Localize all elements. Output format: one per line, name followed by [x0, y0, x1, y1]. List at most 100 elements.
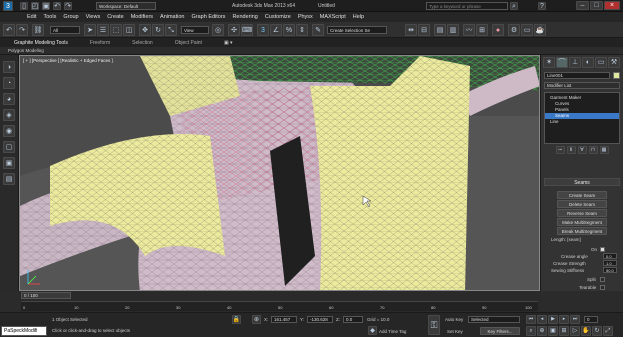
configure-sets-icon[interactable]: ▦ [599, 146, 609, 154]
menu-edit[interactable]: Edit [27, 14, 36, 20]
make-multisegment-button[interactable]: Make MultiSegment [557, 218, 607, 226]
y-coord-field[interactable]: -130.628 [307, 316, 333, 323]
prev-frame-icon[interactable]: ◂ [537, 315, 547, 324]
align-icon[interactable]: ⊟ [418, 24, 430, 36]
next-frame-icon[interactable]: ▸ [559, 315, 569, 324]
tool-d-icon[interactable]: ◈ [3, 109, 15, 121]
time-slider[interactable]: 0 / 100 [21, 292, 71, 299]
make-unique-icon[interactable]: ∀ [577, 146, 587, 154]
menu-animation[interactable]: Animation [160, 14, 184, 20]
select-link-icon[interactable]: ⛓ [32, 24, 44, 36]
undo-toolbar-icon[interactable]: ↶ [3, 24, 15, 36]
delete-seam-button[interactable]: Delete Seam [557, 200, 607, 208]
key-mode-dropdown[interactable]: Selected [468, 316, 520, 323]
auto-key-label[interactable]: Auto Key [445, 317, 463, 322]
menu-group[interactable]: Group [63, 14, 78, 20]
tab-freeform[interactable]: Freeform [90, 40, 110, 46]
menu-help[interactable]: Help [353, 14, 364, 20]
tool-c-icon[interactable]: ◕ [3, 93, 15, 105]
select-object-icon[interactable]: ➤ [84, 24, 96, 36]
minimize-icon[interactable]: – [576, 1, 589, 10]
save-file-icon[interactable]: ▣ [42, 2, 50, 10]
menu-maxscript[interactable]: MAXScript [320, 14, 346, 20]
ribbon-subtab-polygon-modeling[interactable]: Polygon Modeling [8, 48, 44, 53]
workspace-dropdown[interactable]: Workspace: Default [96, 2, 156, 10]
key-icon[interactable]: ⚿ [428, 315, 440, 335]
edit-named-selection-icon[interactable]: ✎ [312, 24, 324, 36]
tab-graphite-modeling[interactable]: Graphite Modeling Tools [14, 40, 68, 46]
app-logo-icon[interactable]: 3 [3, 1, 13, 11]
move-icon[interactable]: ✥ [139, 24, 151, 36]
maxscript-listener[interactable]: PaSpeckModifi [1, 326, 47, 336]
set-key-label[interactable]: Set Key [447, 329, 463, 334]
crease-strength-spinner[interactable]: 1.0 [603, 260, 617, 266]
select-by-name-icon[interactable]: ☰ [97, 24, 109, 36]
tool-e-icon[interactable]: ◉ [3, 125, 15, 137]
menu-create[interactable]: Create [107, 14, 124, 20]
tool-g-icon[interactable]: ▣ [3, 157, 15, 169]
tool-b-icon[interactable]: ◔ [3, 77, 15, 89]
motion-tab-icon[interactable]: ◐ [582, 57, 594, 68]
goto-start-icon[interactable]: ⏮ [526, 315, 536, 324]
maximize-icon[interactable]: □ [590, 1, 603, 10]
mirror-icon[interactable]: ⇹ [405, 24, 417, 36]
redo-icon[interactable]: ↷ [64, 2, 72, 10]
search-icon[interactable]: ⌕ [510, 2, 518, 10]
reverse-seam-button[interactable]: Reverse Seam [557, 209, 607, 217]
menu-customize[interactable]: Customize [265, 14, 291, 20]
scale-icon[interactable]: ⤡ [165, 24, 177, 36]
zoom-all-icon[interactable]: ⊕ [537, 326, 547, 336]
tool-h-icon[interactable]: ▤ [3, 173, 15, 185]
on-checkbox[interactable] [600, 247, 605, 252]
zoom-icon[interactable]: ⌕ [526, 326, 536, 336]
modifier-list-dropdown[interactable]: Modifier List [544, 82, 620, 89]
graphite-toggle-icon[interactable]: ▥ [447, 24, 459, 36]
named-selection-sets-dropdown[interactable]: Create Selection Se [327, 26, 387, 34]
redo-toolbar-icon[interactable]: ↷ [16, 24, 28, 36]
snaps-toggle-icon[interactable]: 3 [257, 24, 269, 36]
curve-editor-icon[interactable]: 〰 [463, 24, 475, 36]
close-icon[interactable]: × [604, 1, 620, 10]
menu-physx[interactable]: Physx [298, 14, 313, 20]
lock-selection-icon[interactable]: 🔒 [232, 315, 241, 324]
tab-object-paint[interactable]: Object Paint [175, 40, 202, 46]
ribbon-options-icon[interactable]: ▣ ▾ [224, 40, 233, 46]
menu-modifiers[interactable]: Modifiers [131, 14, 153, 20]
keyboard-shortcut-icon[interactable]: ⌨ [241, 24, 253, 36]
create-tab-icon[interactable]: ✶ [543, 57, 555, 68]
split-checkbox[interactable] [600, 277, 605, 282]
pin-stack-icon[interactable]: ⊸ [555, 146, 565, 154]
tool-a-icon[interactable]: ◑ [3, 61, 15, 73]
zoom-extents-icon[interactable]: ▣ [548, 326, 558, 336]
current-frame-field[interactable]: 0 [584, 316, 598, 323]
create-seam-button[interactable]: Create Seam [557, 191, 607, 199]
angle-snap-icon[interactable]: ∠ [270, 24, 282, 36]
pivot-center-icon[interactable]: ◎ [212, 24, 224, 36]
x-coord-field[interactable]: 161.457 [271, 316, 297, 323]
help-icon[interactable]: ? [538, 2, 546, 10]
zoom-extents-all-icon[interactable]: ⊞ [559, 326, 569, 336]
tearable-checkbox[interactable] [600, 285, 605, 290]
pan-icon[interactable]: ✋ [581, 326, 591, 336]
spinner-snap-icon[interactable]: ⇕ [296, 24, 308, 36]
material-editor-icon[interactable]: ● [492, 24, 504, 36]
maximize-viewport-icon[interactable]: ⤢ [603, 326, 613, 336]
open-file-icon[interactable]: ◰ [31, 2, 39, 10]
absolute-mode-icon[interactable]: ⊕ [252, 315, 261, 324]
selection-filter-dropdown[interactable]: All [50, 26, 80, 34]
window-crossing-icon[interactable]: ◫ [123, 24, 135, 36]
show-end-result-icon[interactable]: Ⅱ [566, 146, 576, 154]
stack-item-line[interactable]: Line [545, 119, 619, 125]
goto-end-icon[interactable]: ⏭ [570, 315, 580, 324]
rendered-frame-icon[interactable]: ▭ [521, 24, 533, 36]
percent-snap-icon[interactable]: % [283, 24, 295, 36]
tool-f-icon[interactable]: ▢ [3, 141, 15, 153]
menu-rendering[interactable]: Rendering [232, 14, 257, 20]
render-production-icon[interactable]: ☕ [534, 24, 546, 36]
key-filters-button[interactable]: Key Filters... [480, 327, 520, 335]
modify-tab-icon[interactable]: ⌒ [556, 57, 568, 68]
rect-selection-icon[interactable]: ⬚ [110, 24, 122, 36]
crease-angle-spinner[interactable]: 0.0 [603, 253, 617, 259]
z-coord-field[interactable]: 0.0 [343, 316, 363, 323]
seams-rollout-header[interactable]: Seams [544, 178, 620, 186]
